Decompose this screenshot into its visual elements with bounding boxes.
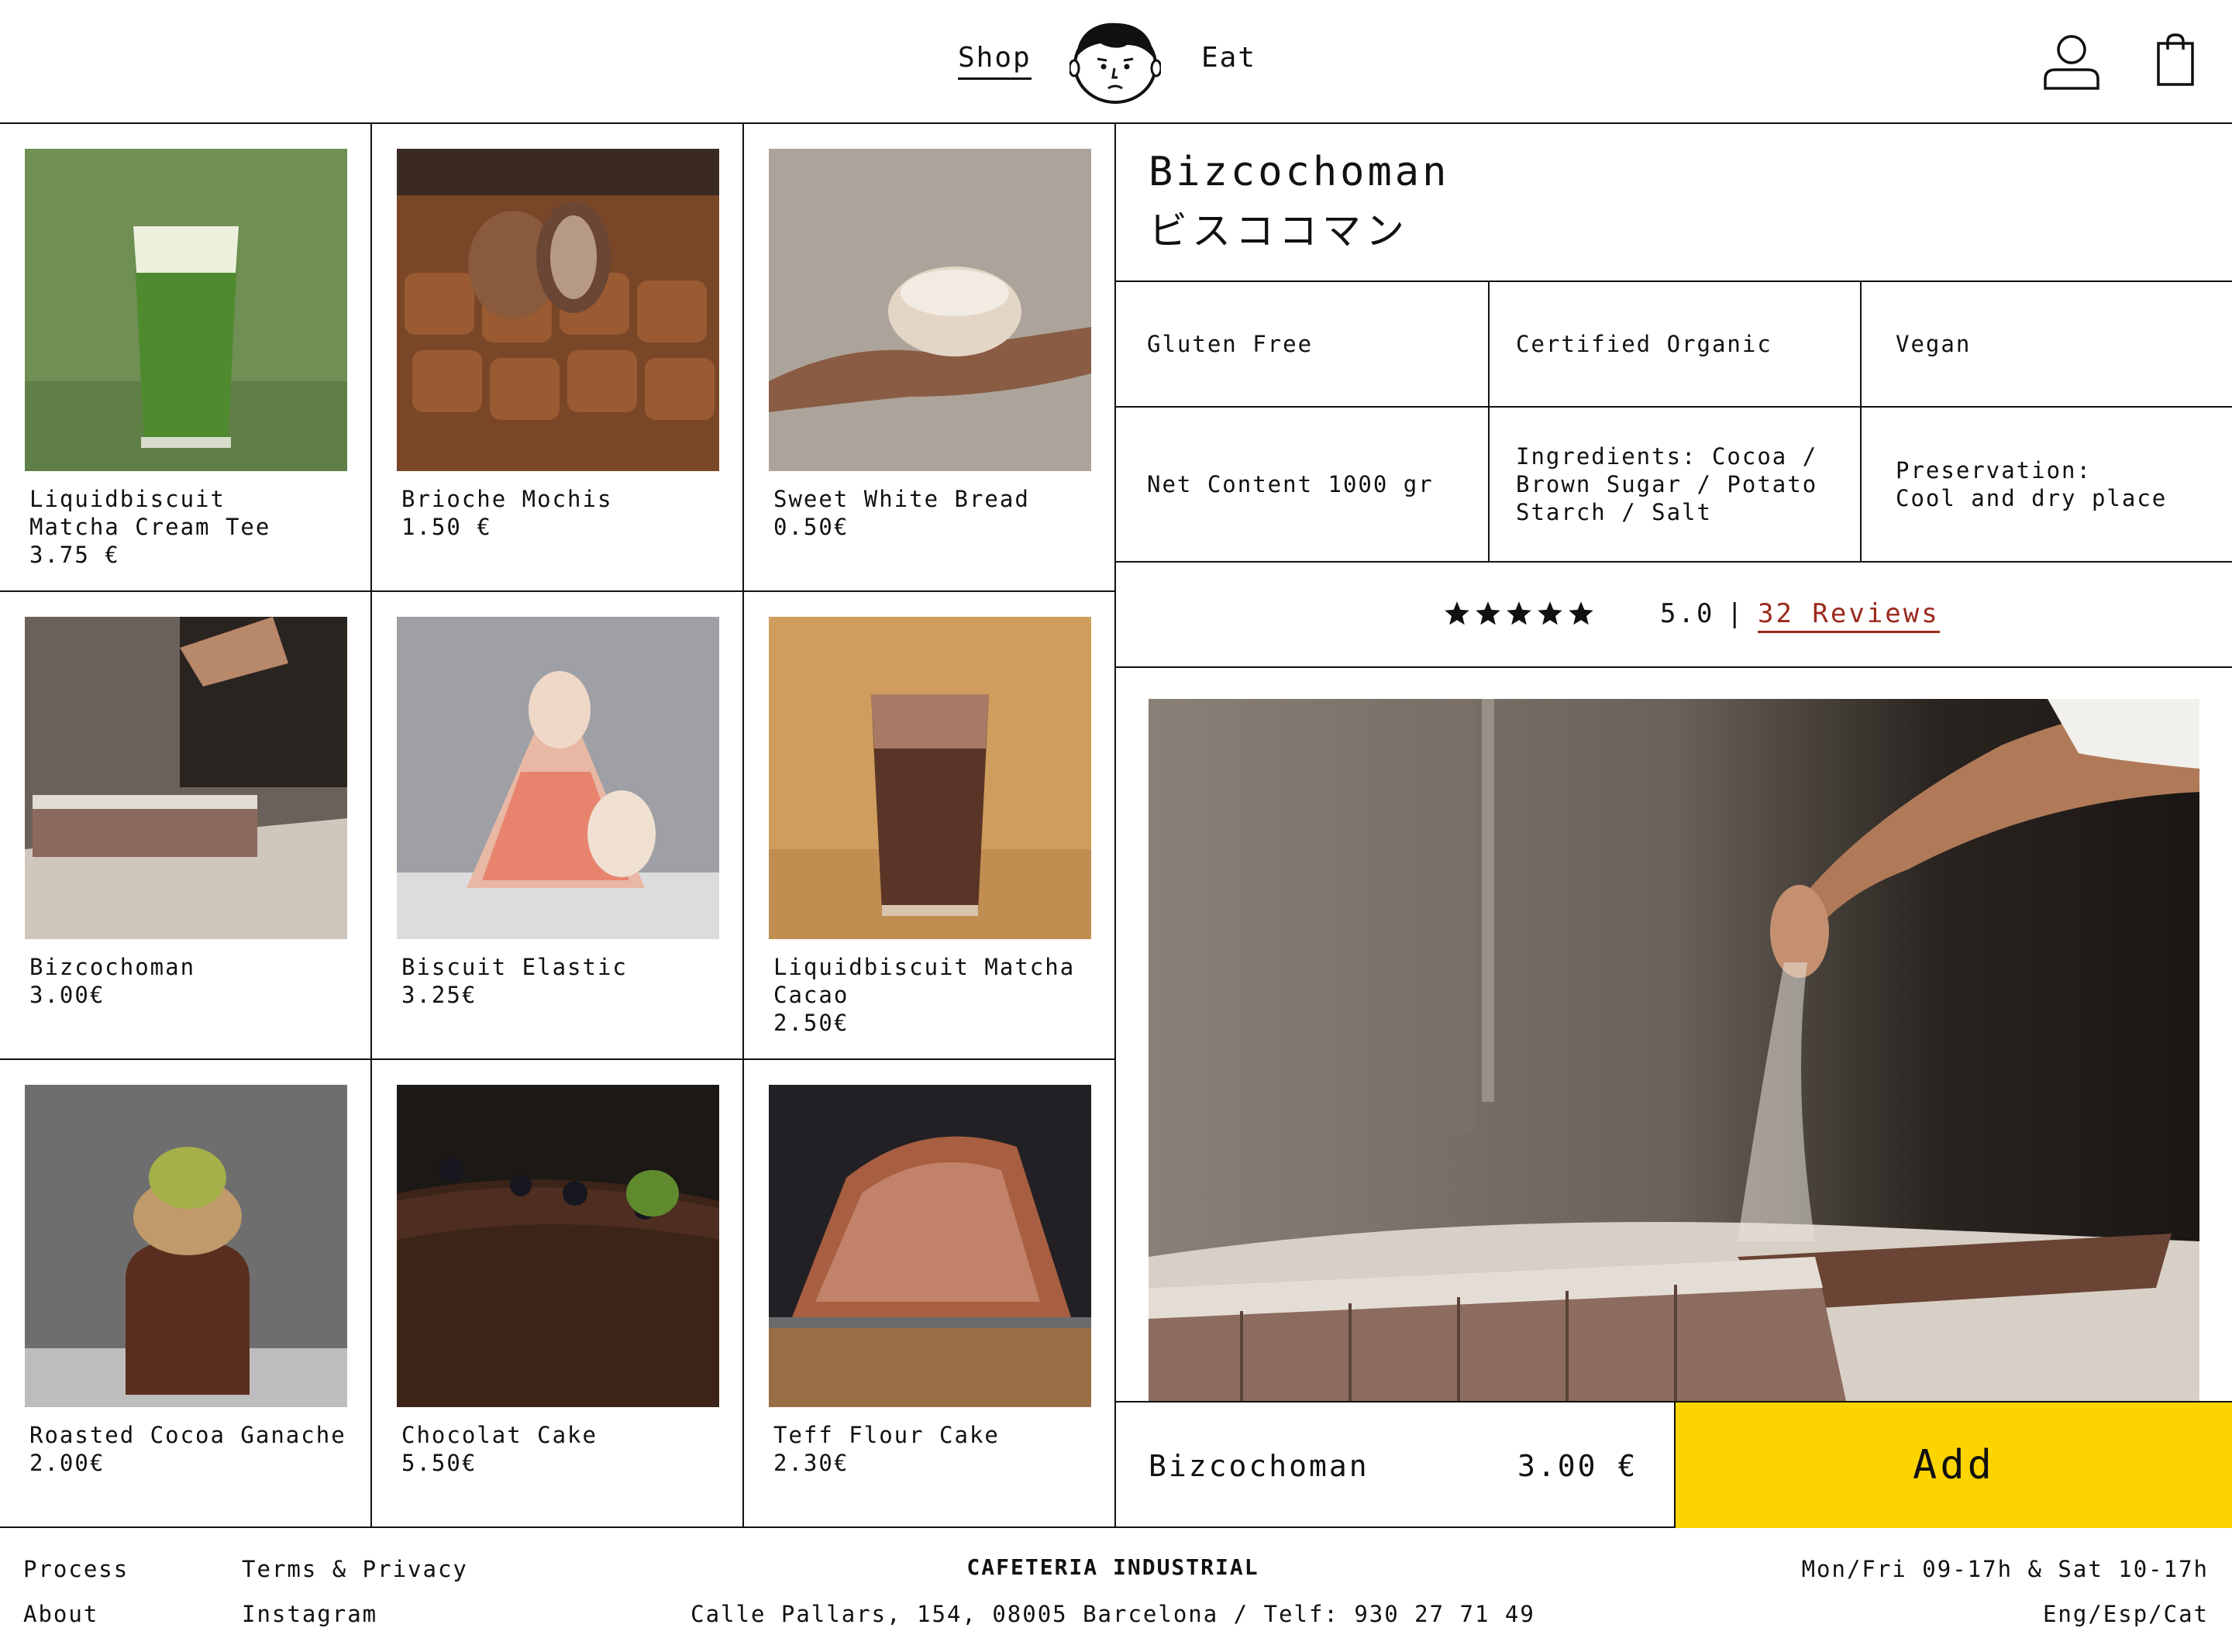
user-icon[interactable] bbox=[2043, 34, 2100, 90]
product-name: Liquidbiscuit Matcha Cacao bbox=[773, 954, 1076, 1008]
attribute-gluten-free: Gluten Free bbox=[1116, 282, 1490, 408]
product-photo-matcha-cacao[interactable] bbox=[769, 617, 1091, 939]
star-icon bbox=[1507, 601, 1531, 625]
language-switcher[interactable]: Eng/Esp/Cat bbox=[2043, 1601, 2209, 1627]
rating-row: 5.0 | 32 Reviews bbox=[1116, 563, 2232, 668]
product-photo-sweet-white-bread[interactable] bbox=[769, 149, 1091, 471]
product-card[interactable]: Liquidbiscuit Matcha Cacao 2.50€ bbox=[744, 592, 1116, 1060]
product-photo-roasted-cocoa-ganache[interactable] bbox=[25, 1085, 347, 1407]
attribute-preservation: Preservation: Cool and dry place bbox=[1862, 408, 2232, 563]
boy-face-logo-icon[interactable] bbox=[1070, 19, 1161, 105]
product-card[interactable]: Chocolat Cake 5.50€ bbox=[372, 1060, 744, 1528]
star-icon bbox=[1538, 601, 1562, 625]
product-title: Bizcochoman bbox=[1149, 149, 1450, 195]
nav-eat-link[interactable]: Eat bbox=[1201, 42, 1256, 74]
product-name: Chocolat Cake bbox=[401, 1422, 598, 1448]
product-price: 2.30€ bbox=[773, 1450, 849, 1476]
product-name: Biscuit Elastic bbox=[401, 954, 628, 980]
product-name: Sweet White Bread bbox=[773, 486, 1030, 512]
product-photo-biscuit-elastic[interactable] bbox=[397, 617, 719, 939]
rating-separator: | bbox=[1727, 598, 1743, 629]
star-icon bbox=[1445, 601, 1469, 625]
attribute-vegan: Vegan bbox=[1862, 282, 2232, 408]
product-price: 3.75 € bbox=[29, 542, 120, 568]
product-card[interactable]: Teff Flour Cake 2.30€ bbox=[744, 1060, 1116, 1528]
product-title-japanese: ビスココマン bbox=[1149, 208, 1409, 253]
attribute-certified-organic: Certified Organic bbox=[1490, 282, 1862, 408]
product-detail-panel: Bizcochoman ビスココマン Gluten Free Certified… bbox=[1116, 124, 2232, 1528]
product-photo-chocolat-cake[interactable] bbox=[397, 1085, 719, 1407]
shopping-bag-icon[interactable] bbox=[2156, 33, 2195, 87]
product-card[interactable]: Brioche Mochis 1.50 € bbox=[372, 124, 744, 592]
cart-product-price: 3.00 € bbox=[1517, 1449, 1638, 1483]
product-name: Liquidbiscuit Matcha Cream Tee bbox=[29, 486, 271, 540]
product-card[interactable]: Biscuit Elastic 3.25€ bbox=[372, 592, 744, 1060]
site-header: Shop Eat bbox=[0, 0, 2232, 124]
add-to-cart-button[interactable]: Add bbox=[1674, 1402, 2232, 1528]
footer-hours: Mon/Fri 09-17h & Sat 10-17h bbox=[1801, 1556, 2209, 1582]
product-name: Bizcochoman bbox=[29, 954, 196, 980]
product-price: 2.50€ bbox=[773, 1010, 849, 1036]
product-main-photo bbox=[1149, 699, 2199, 1401]
product-price: 5.50€ bbox=[401, 1450, 477, 1476]
add-to-cart-bar: Bizcochoman 3.00 € Add bbox=[1116, 1401, 2232, 1528]
product-price: 3.00€ bbox=[29, 982, 105, 1008]
attribute-net-content: Net Content 1000 gr bbox=[1116, 408, 1490, 563]
nav-shop-link[interactable]: Shop bbox=[958, 42, 1032, 80]
product-card[interactable]: Roasted Cocoa Ganache 2.00€ bbox=[0, 1060, 372, 1528]
reviews-link[interactable]: 32 Reviews bbox=[1758, 598, 1940, 633]
product-grid: Liquidbiscuit Matcha Cream Tee 3.75 € Br… bbox=[0, 124, 1116, 1528]
product-card[interactable]: Bizcochoman 3.00€ bbox=[0, 592, 372, 1060]
star-icon bbox=[1569, 601, 1593, 625]
cart-product-name: Bizcochoman bbox=[1149, 1449, 1369, 1483]
product-photo-bizcochoman[interactable] bbox=[25, 617, 347, 939]
site-footer: Process About Terms & Privacy Instagram … bbox=[0, 1528, 2232, 1652]
product-card[interactable]: Sweet White Bread 0.50€ bbox=[744, 124, 1116, 592]
star-icon bbox=[1476, 601, 1500, 625]
product-name: Roasted Cocoa Ganache bbox=[29, 1422, 346, 1448]
star-rating bbox=[1443, 600, 1595, 628]
product-price: 1.50 € bbox=[401, 514, 492, 540]
rating-score: 5.0 bbox=[1660, 598, 1715, 629]
product-name: Teff Flour Cake bbox=[773, 1422, 1000, 1448]
product-photo-teff-flour-cake[interactable] bbox=[769, 1085, 1091, 1407]
product-name: Brioche Mochis bbox=[401, 486, 613, 512]
product-price: 0.50€ bbox=[773, 514, 849, 540]
product-title-box: Bizcochoman ビスココマン bbox=[1116, 124, 2232, 282]
product-card[interactable]: Liquidbiscuit Matcha Cream Tee 3.75 € bbox=[0, 124, 372, 592]
product-photo-brioche-mochis[interactable] bbox=[397, 149, 719, 471]
product-price: 3.25€ bbox=[401, 982, 477, 1008]
product-photo-matcha-tee[interactable] bbox=[25, 149, 347, 471]
attribute-ingredients: Ingredients: Cocoa / Brown Sugar / Potat… bbox=[1490, 408, 1862, 563]
footer-address: Calle Pallars, 154, 08005 Barcelona / Te… bbox=[691, 1601, 1535, 1627]
product-price: 2.00€ bbox=[29, 1450, 105, 1476]
